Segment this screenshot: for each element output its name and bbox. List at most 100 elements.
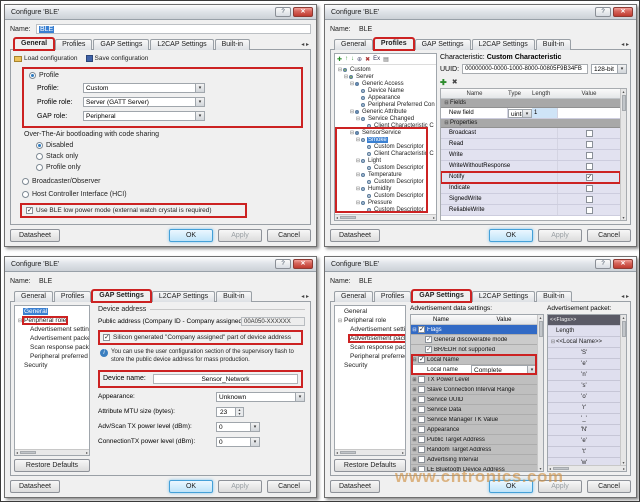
- packet-row[interactable]: 'S': [548, 348, 620, 359]
- packet-row[interactable]: 'w': [548, 458, 620, 465]
- adv-row-checkbox[interactable]: [425, 336, 432, 343]
- tab-gap-settings[interactable]: GAP Settings: [415, 39, 471, 50]
- tree-item[interactable]: ⊟Service Changed: [335, 115, 436, 122]
- tab-profiles[interactable]: Profiles: [55, 39, 92, 50]
- tab-general[interactable]: General: [14, 38, 54, 50]
- tree-item[interactable]: ⊟Humidity: [335, 185, 436, 192]
- appearance-dropdown[interactable]: Unknown▾: [216, 392, 305, 402]
- property-checkbox[interactable]: [586, 174, 593, 181]
- expand-icon[interactable]: ⊟: [411, 327, 418, 333]
- tree-item[interactable]: General: [15, 307, 89, 316]
- horizontal-scrollbar[interactable]: ◂▸: [548, 465, 626, 471]
- close-icon[interactable]: ✕: [613, 7, 633, 17]
- add-item-icon[interactable]: ✚: [337, 56, 342, 63]
- tree-item[interactable]: Advertisement packet: [15, 334, 89, 343]
- titlebar[interactable]: Configure 'BLE' ? ✕: [5, 257, 316, 272]
- packet-row[interactable]: 'N': [548, 425, 620, 436]
- broadcaster-radio[interactable]: [22, 178, 29, 185]
- adv-data-row[interactable]: ⊞Public Target Address: [411, 435, 537, 445]
- name-input[interactable]: BLE: [36, 276, 311, 286]
- close-icon[interactable]: ✕: [293, 7, 313, 17]
- property-checkbox[interactable]: [586, 130, 593, 137]
- export-icon[interactable]: Ex: [373, 56, 380, 62]
- tree-item[interactable]: Custom Descriptor: [335, 178, 436, 185]
- adv-data-row[interactable]: General discoverable mode: [411, 335, 537, 345]
- tree-item[interactable]: ⊟Custom: [335, 66, 436, 73]
- tree-item[interactable]: Advertisement packet: [335, 334, 405, 343]
- adv-data-row[interactable]: ⊞Advertising Interval: [411, 455, 537, 465]
- tab-scroll-icons[interactable]: ◂ ▸: [301, 293, 311, 302]
- property-row[interactable]: Read: [441, 139, 620, 150]
- cancel-button[interactable]: Cancel: [267, 229, 311, 242]
- ota-stack-only-radio[interactable]: [36, 153, 43, 160]
- close-icon[interactable]: ✕: [293, 259, 313, 269]
- tree-item[interactable]: General: [335, 307, 405, 316]
- adv-data-row[interactable]: ⊞Slave Connection Interval Range: [411, 385, 537, 395]
- packet-row[interactable]: ⊟<<Local Name>>: [548, 337, 620, 348]
- tab-l2cap-settings[interactable]: L2CAP Settings: [472, 291, 535, 302]
- table-header[interactable]: Name Type Length Value: [441, 89, 620, 99]
- adv-row-checkbox[interactable]: [418, 326, 425, 333]
- tab-scroll-icons[interactable]: ◂ ▸: [301, 41, 311, 50]
- adv-row-checkbox[interactable]: [425, 346, 432, 353]
- tree-item[interactable]: Advertisement settings: [15, 325, 89, 334]
- apply-button[interactable]: Apply: [538, 229, 582, 242]
- ota-disabled-radio[interactable]: [36, 142, 43, 149]
- add-field-icon[interactable]: ✚: [440, 78, 447, 87]
- horizontal-scrollbar[interactable]: ◂▸: [335, 449, 405, 455]
- tree-item[interactable]: Peripheral Preferred Con: [335, 101, 436, 108]
- tab-l2cap-settings[interactable]: L2CAP Settings: [472, 39, 535, 50]
- tab-built-in[interactable]: Built-in: [215, 39, 250, 50]
- datasheet-button[interactable]: Datasheet: [330, 480, 380, 493]
- move-up-icon[interactable]: ↑: [345, 56, 348, 62]
- tree-item[interactable]: Client Characteristic C: [335, 122, 436, 129]
- ok-button[interactable]: OK: [169, 229, 213, 242]
- tab-profiles[interactable]: Profiles: [374, 291, 411, 302]
- close-icon[interactable]: ✕: [613, 259, 633, 269]
- adv-data-row[interactable]: ⊞Random Target Address: [411, 445, 537, 455]
- expand-icon[interactable]: ⊞: [411, 387, 418, 393]
- tab-built-in[interactable]: Built-in: [216, 291, 251, 302]
- field-value-cell[interactable]: [558, 108, 620, 118]
- tree-item[interactable]: Scan response packet: [335, 343, 405, 352]
- tab-general[interactable]: General: [14, 291, 53, 302]
- apply-button[interactable]: Apply: [218, 229, 262, 242]
- packet-row[interactable]: <<Flags>>: [548, 315, 620, 326]
- expand-icon[interactable]: ⊞: [411, 417, 418, 423]
- tree-item[interactable]: Security: [335, 361, 405, 370]
- property-checkbox[interactable]: [586, 152, 593, 159]
- packet-row[interactable]: 't': [548, 447, 620, 458]
- packet-row[interactable]: 'n': [548, 370, 620, 381]
- tree-item[interactable]: Custom Descriptor: [335, 164, 436, 171]
- titlebar[interactable]: Configure 'BLE' ? ✕: [5, 5, 316, 20]
- tree-item[interactable]: ⊟Peripheral role: [15, 316, 89, 325]
- property-row[interactable]: ReliableWrite: [441, 205, 620, 216]
- tree-item[interactable]: Custom Descriptor: [335, 192, 436, 199]
- property-checkbox[interactable]: [586, 185, 593, 192]
- vertical-scrollbar[interactable]: ▴▾: [537, 315, 543, 471]
- datasheet-button[interactable]: Datasheet: [10, 480, 60, 493]
- tab-l2cap-settings[interactable]: L2CAP Settings: [150, 39, 213, 50]
- new-field-row[interactable]: New field uint8▾ 1: [441, 108, 620, 119]
- property-row[interactable]: SignedWrite: [441, 194, 620, 205]
- load-configuration-button[interactable]: Load configuration: [24, 55, 78, 62]
- fields-group-row[interactable]: ⊟Fields: [441, 99, 620, 108]
- adv-data-row[interactable]: ⊞Service UUID: [411, 395, 537, 405]
- save-configuration-button[interactable]: Save configuration: [95, 55, 149, 62]
- tree-item[interactable]: Device Name: [335, 87, 436, 94]
- tree-item[interactable]: ⊟Smoke: [335, 136, 436, 143]
- device-name-input[interactable]: Sensor_Network: [153, 374, 298, 384]
- ok-button[interactable]: OK: [489, 480, 533, 493]
- profile-dropdown[interactable]: Custom▾: [83, 83, 205, 93]
- expand-icon[interactable]: ⊞: [411, 447, 418, 453]
- expand-icon[interactable]: ⊞: [411, 457, 418, 463]
- uuid-bits-dropdown[interactable]: 128-bit▾: [591, 64, 627, 74]
- tab-gap-settings[interactable]: GAP Settings: [93, 39, 149, 50]
- apply-button[interactable]: Apply: [538, 480, 582, 493]
- tab-profiles[interactable]: Profiles: [54, 291, 91, 302]
- adv-data-row[interactable]: ⊞LE Bluetooth Device Address: [411, 465, 537, 471]
- tree-item[interactable]: ⊟Peripheral role: [335, 316, 405, 325]
- expand-icon[interactable]: ⊞: [411, 407, 418, 413]
- adv-row-checkbox[interactable]: [418, 356, 425, 363]
- tab-profiles[interactable]: Profiles: [374, 38, 414, 50]
